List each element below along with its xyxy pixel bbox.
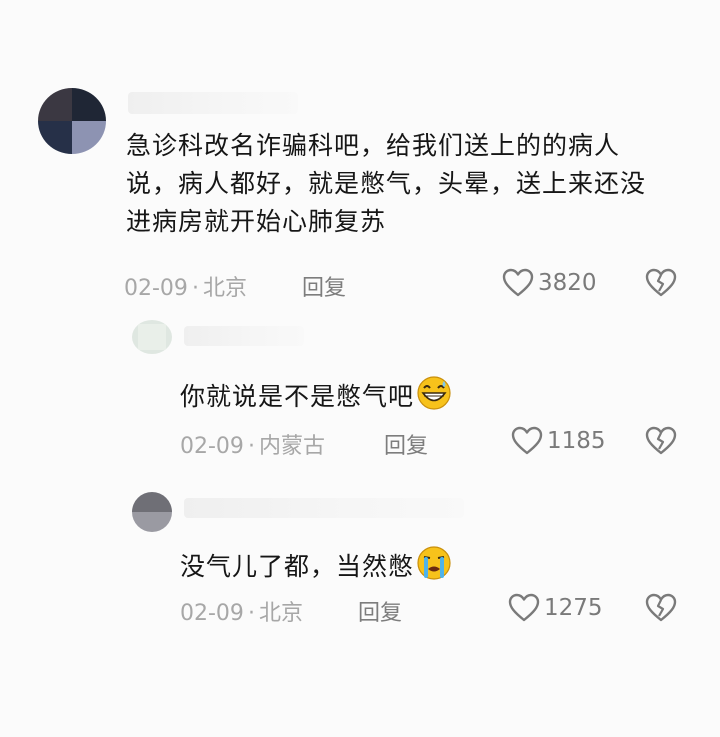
comment-meta: 02-09 · 北京 bbox=[124, 276, 247, 301]
reply-button[interactable]: 回复 bbox=[358, 595, 402, 627]
comment-text: 急诊科改名诈骗科吧，给我们送上的的病人说，病人都好，就是憋气，头晕，送上来还没进… bbox=[126, 131, 647, 236]
username[interactable] bbox=[184, 326, 304, 346]
dislike-button[interactable] bbox=[645, 593, 677, 627]
reply-button[interactable]: 回复 bbox=[302, 270, 346, 302]
comment-date: 02-09 bbox=[180, 434, 244, 459]
comment-3: 没气儿了都，当然憋 02-09 · 北京 回复 1275 bbox=[0, 490, 720, 650]
avatar[interactable] bbox=[38, 88, 106, 154]
heart-icon bbox=[511, 426, 543, 455]
comment-location: 北京 bbox=[258, 601, 303, 626]
dislike-button[interactable] bbox=[645, 426, 677, 460]
like-count: 3820 bbox=[538, 270, 597, 296]
like-button[interactable]: 1185 bbox=[511, 426, 606, 456]
like-count: 1185 bbox=[547, 428, 606, 454]
comment-meta: 02-09 · 内蒙古 bbox=[180, 434, 325, 459]
crying-emoji bbox=[417, 546, 451, 580]
comment-date: 02-09 bbox=[124, 276, 188, 301]
broken-heart-icon bbox=[645, 268, 677, 297]
avatar[interactable] bbox=[132, 320, 172, 354]
broken-heart-icon bbox=[645, 426, 677, 455]
avatar[interactable] bbox=[132, 492, 172, 532]
comment-text: 没气儿了都，当然憋 bbox=[180, 545, 680, 586]
comment-1: 急诊科改名诈骗科吧，给我们送上的的病人说，病人都好，就是憋气，头晕，送上来还没进… bbox=[0, 0, 720, 320]
dislike-button[interactable] bbox=[645, 268, 677, 302]
username[interactable] bbox=[128, 92, 298, 114]
like-button[interactable]: 3820 bbox=[502, 268, 597, 298]
comment-location: 内蒙古 bbox=[258, 434, 325, 459]
heart-icon bbox=[508, 593, 540, 622]
broken-heart-icon bbox=[645, 593, 677, 622]
comment-2: 你就说是不是憋气吧 02-09 · 内蒙古 回复 1185 bbox=[0, 320, 720, 490]
heart-icon bbox=[502, 268, 534, 297]
comment-text: 你就说是不是憋气吧 bbox=[180, 375, 680, 416]
reply-button[interactable]: 回复 bbox=[384, 428, 428, 460]
comment-meta: 02-09 · 北京 bbox=[180, 601, 303, 626]
comment-location: 北京 bbox=[202, 276, 247, 301]
username[interactable] bbox=[184, 498, 464, 518]
comment-date: 02-09 bbox=[180, 601, 244, 626]
grinning-sweat-emoji bbox=[417, 376, 451, 410]
like-button[interactable]: 1275 bbox=[508, 593, 603, 623]
like-count: 1275 bbox=[544, 595, 603, 621]
